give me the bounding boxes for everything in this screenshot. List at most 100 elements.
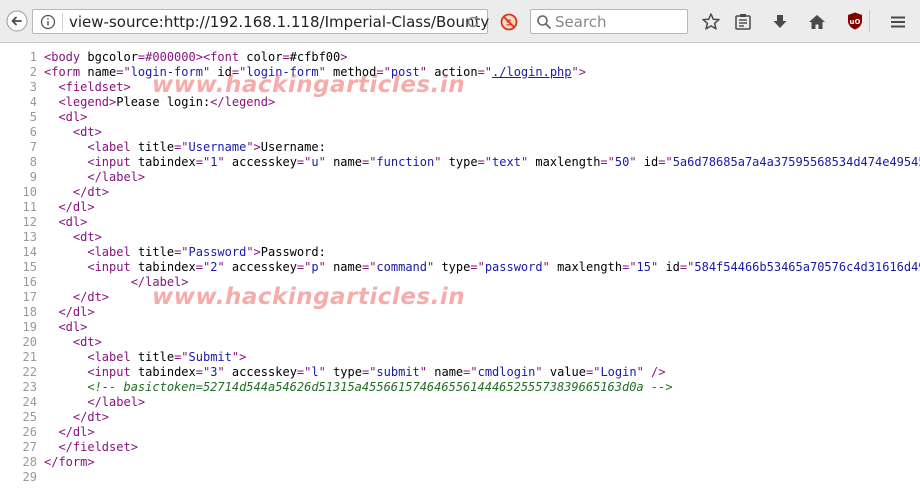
ublock-origin-icon[interactable]: uO: [845, 11, 865, 31]
line-code: <input tabindex="3" accesskey="l" type="…: [44, 365, 665, 380]
source-line: 1 <body bgcolor=#000000><font color=#cfbf…: [0, 50, 920, 65]
code-token: Username:: [260, 140, 326, 154]
line-number: 16: [22, 275, 37, 289]
code-token: maxlength: [549, 260, 623, 274]
line-code: <dl>: [44, 215, 87, 230]
code-token: ": [636, 365, 644, 379]
url-text[interactable]: view-source:http://192.168.1.118/Imperia…: [69, 13, 489, 31]
code-token: <input: [87, 260, 131, 274]
line-code: <!-- basictoken=52714d544a54626d51315a45…: [44, 380, 672, 395]
url-bar[interactable]: view-source:http://192.168.1.118/Imperia…: [32, 9, 489, 34]
code-token: id: [636, 155, 659, 169]
code-token: name: [427, 365, 464, 379]
reading-list-icon[interactable]: [733, 12, 753, 32]
code-token: #cfbf00: [289, 50, 341, 64]
code-token: </fieldset>: [58, 440, 138, 454]
code-token: Username: [188, 140, 247, 154]
back-button[interactable]: [4, 8, 30, 34]
code-token: <dl>: [58, 215, 88, 229]
line-code: </dt>: [44, 410, 109, 425]
home-icon[interactable]: [807, 12, 827, 32]
watermark: www.hackingarticles.in: [152, 72, 466, 98]
code-token: type: [325, 365, 362, 379]
source-view[interactable]: 1 <body bgcolor=#000000><font color=#cfbf…: [0, 50, 920, 485]
code-token: accesskey: [224, 155, 297, 169]
code-token: <input: [87, 155, 131, 169]
line-number: 4: [29, 95, 37, 109]
code-token: text: [492, 155, 521, 169]
code-token: </form>: [44, 455, 95, 469]
line-code: </dt>: [44, 290, 109, 305]
code-token: />: [643, 365, 666, 379]
line-code: <label title="Password">Password:: [44, 245, 326, 260]
code-token: name: [325, 155, 362, 169]
code-token: =": [463, 365, 478, 379]
code-token: ": [629, 155, 637, 169]
line-code: </label>: [44, 170, 145, 185]
code-token: =": [174, 245, 189, 259]
code-token: =": [296, 365, 312, 379]
reload-icon[interactable]: [465, 14, 481, 30]
code-token: </dt>: [72, 185, 110, 199]
watermark: www.hackingarticles.in: [152, 284, 466, 310]
code-token: accesskey: [224, 365, 297, 379]
source-line: 24 </label>: [0, 395, 920, 410]
code-token: color: [239, 50, 283, 64]
code-token: <dt>: [72, 125, 102, 139]
hamburger-menu-icon[interactable]: [888, 12, 908, 32]
code-token: 5a6d78685a7a4a37595568534d474e4954545a: [672, 155, 920, 169]
no-script-icon[interactable]: S: [500, 13, 518, 31]
line-number: 3: [29, 80, 37, 94]
code-token: =": [470, 260, 485, 274]
line-code: <input tabindex="1" accesskey="u" name="…: [44, 155, 920, 170]
search-input[interactable]: Search: [555, 13, 607, 31]
line-number: 27: [22, 440, 37, 454]
code-token: =": [658, 155, 673, 169]
code-token: p: [311, 260, 319, 274]
line-number: 21: [22, 350, 37, 364]
line-code: </label>: [44, 395, 145, 410]
code-token: </dl>: [58, 200, 95, 214]
download-icon[interactable]: [770, 12, 790, 32]
code-token: title: [130, 245, 175, 259]
code-token: tabindex: [130, 365, 196, 379]
code-token: function: [376, 155, 435, 169]
code-token: <input: [87, 365, 131, 379]
line-code: <dt>: [44, 125, 102, 140]
code-token: ": [318, 155, 326, 169]
search-icon: [537, 15, 551, 29]
code-token: </label>: [87, 170, 146, 184]
info-icon[interactable]: [40, 14, 56, 30]
line-code: </fieldset>: [44, 440, 138, 455]
line-number: 20: [22, 335, 37, 349]
line-number: 15: [22, 260, 37, 274]
line-number: 10: [22, 185, 37, 199]
code-token: ": [318, 365, 326, 379]
code-token: =": [679, 260, 695, 274]
line-code: <fieldset>: [44, 80, 130, 95]
source-line: 23 <!-- basictoken=52714d544a54626d51315…: [0, 380, 920, 395]
bookmark-star-icon[interactable]: [701, 12, 721, 32]
line-number: 17: [22, 290, 37, 304]
code-token: ": [217, 260, 225, 274]
code-token: ": [542, 260, 550, 274]
code-token: =": [296, 155, 312, 169]
search-bar[interactable]: Search: [530, 9, 688, 34]
source-link[interactable]: ./login.php: [492, 65, 571, 79]
code-token: =": [116, 65, 131, 79]
code-token: <label: [87, 245, 131, 259]
code-token: >: [340, 50, 348, 64]
code-token: 50: [614, 155, 630, 169]
source-line: 25 </dt>: [0, 410, 920, 425]
code-token: ": [419, 365, 428, 379]
code-token: Password:: [260, 245, 326, 259]
